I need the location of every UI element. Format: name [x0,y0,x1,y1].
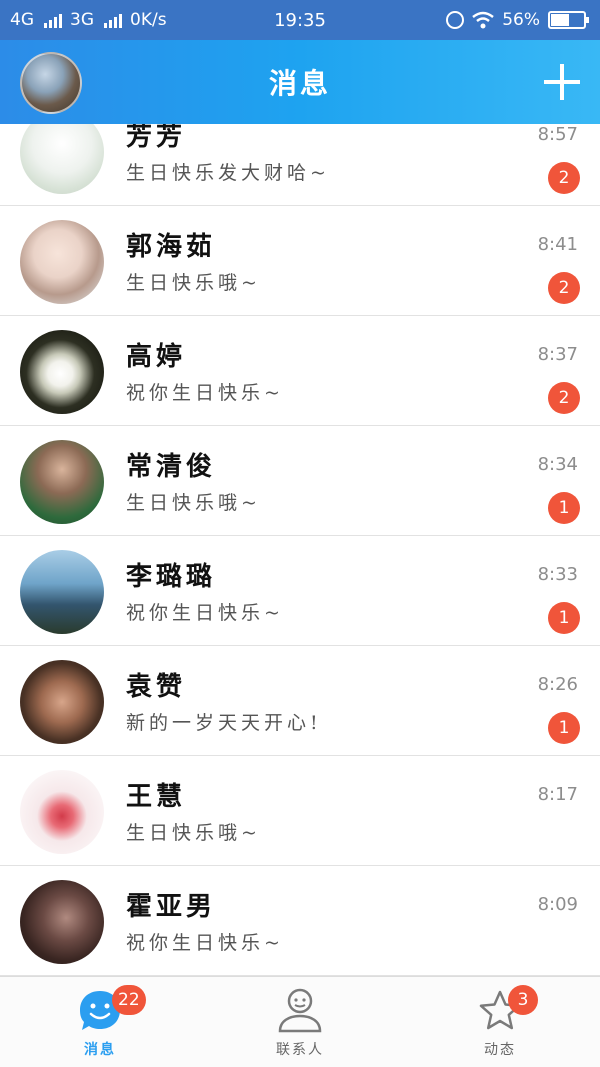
conversation-item[interactable]: 芳芳 生日快乐发大财哈~ 8:57 2 [0,124,600,206]
contact-avatar [20,770,104,854]
app-header: 消息 [0,40,600,124]
conversation-item[interactable]: 霍亚男 祝你生日快乐~ 8:09 [0,866,600,976]
message-preview: 生日快乐发大财哈~ [126,162,330,184]
conversation-item[interactable]: 高婷 祝你生日快乐~ 8:37 2 [0,316,600,426]
plus-icon[interactable] [544,64,580,100]
signal-icon-2 [104,12,122,28]
tab-feed[interactable]: 3 动态 [400,977,600,1067]
message-preview: 祝你生日快乐~ [126,932,284,954]
contact-avatar [20,660,104,744]
conversation-item[interactable]: 袁赞 新的一岁天天开心! 8:26 1 [0,646,600,756]
network-speed: 0K/s [130,10,167,30]
conversation-item[interactable]: 郭海茹 生日快乐哦~ 8:41 2 [0,206,600,316]
conversation-item[interactable]: 常清俊 生日快乐哦~ 8:34 1 [0,426,600,536]
contact-name: 常清俊 [126,452,217,482]
unread-badge: 2 [548,162,580,194]
tab-label-feed: 动态 [484,1042,516,1058]
message-time: 8:17 [537,784,578,805]
unread-badge: 2 [548,272,580,304]
message-time: 8:33 [537,564,578,585]
signal-icon [44,12,62,28]
conversation-item[interactable]: 王慧 生日快乐哦~ 8:17 [0,756,600,866]
contact-avatar [20,124,104,194]
contact-name: 袁赞 [126,672,187,702]
message-time: 8:34 [537,454,578,475]
tab-label-contacts: 联系人 [276,1042,324,1058]
message-preview: 新的一岁天天开心! [126,712,322,734]
battery-icon [548,11,589,29]
my-avatar[interactable] [20,52,82,114]
wifi-icon [472,11,494,29]
bottom-navigation: 22 消息 联系人 3 动态 [0,976,600,1067]
unread-badge: 1 [548,492,580,524]
tab-label-messages: 消息 [84,1042,116,1058]
clock: 19:35 [274,9,326,31]
contact-name: 高婷 [126,342,187,372]
status-bar-left: 4G 3G 0K/s [10,10,230,30]
status-bar: 4G 3G 0K/s 19:35 56% [0,0,600,40]
unread-badge: 1 [548,602,580,634]
message-time: 8:37 [537,344,578,365]
battery-fill [551,14,569,26]
conversation-list[interactable]: 芳芳 生日快乐发大财哈~ 8:57 2 郭海茹 生日快乐哦~ 8:41 2 高婷… [0,124,600,976]
contact-avatar [20,330,104,414]
message-preview: 生日快乐哦~ [126,822,261,844]
contact-name: 霍亚男 [126,892,217,922]
message-time: 8:41 [537,234,578,255]
network-type-3g: 3G [70,10,94,30]
network-type-4g: 4G [10,10,34,30]
message-preview: 生日快乐哦~ [126,492,261,514]
message-time: 8:26 [537,674,578,695]
contact-avatar [20,440,104,524]
contact-name: 李璐璐 [126,562,217,592]
contact-name: 芳芳 [126,124,187,152]
contact-avatar [20,220,104,304]
tab-contacts[interactable]: 联系人 [200,977,400,1067]
message-time: 8:57 [537,124,578,145]
message-preview: 生日快乐哦~ [126,272,261,294]
contact-avatar [20,550,104,634]
unread-badge: 2 [548,382,580,414]
message-preview: 祝你生日快乐~ [126,602,284,624]
page-title: 消息 [268,67,331,100]
battery-percent: 56% [502,10,540,30]
unread-badge: 1 [548,712,580,744]
status-bar-right: 56% [370,10,590,30]
contact-person-icon [278,988,322,1033]
conversation-item[interactable]: 李璐璐 祝你生日快乐~ 8:33 1 [0,536,600,646]
contact-name: 王慧 [126,782,187,812]
tab-badge-messages: 22 [112,985,146,1015]
alarm-icon [446,11,465,29]
message-time: 8:09 [537,894,578,915]
tab-badge-feed: 3 [508,985,538,1015]
contact-name: 郭海茹 [126,232,217,262]
tab-messages[interactable]: 22 消息 [0,977,200,1067]
contact-avatar [20,880,104,964]
message-preview: 祝你生日快乐~ [126,382,284,404]
